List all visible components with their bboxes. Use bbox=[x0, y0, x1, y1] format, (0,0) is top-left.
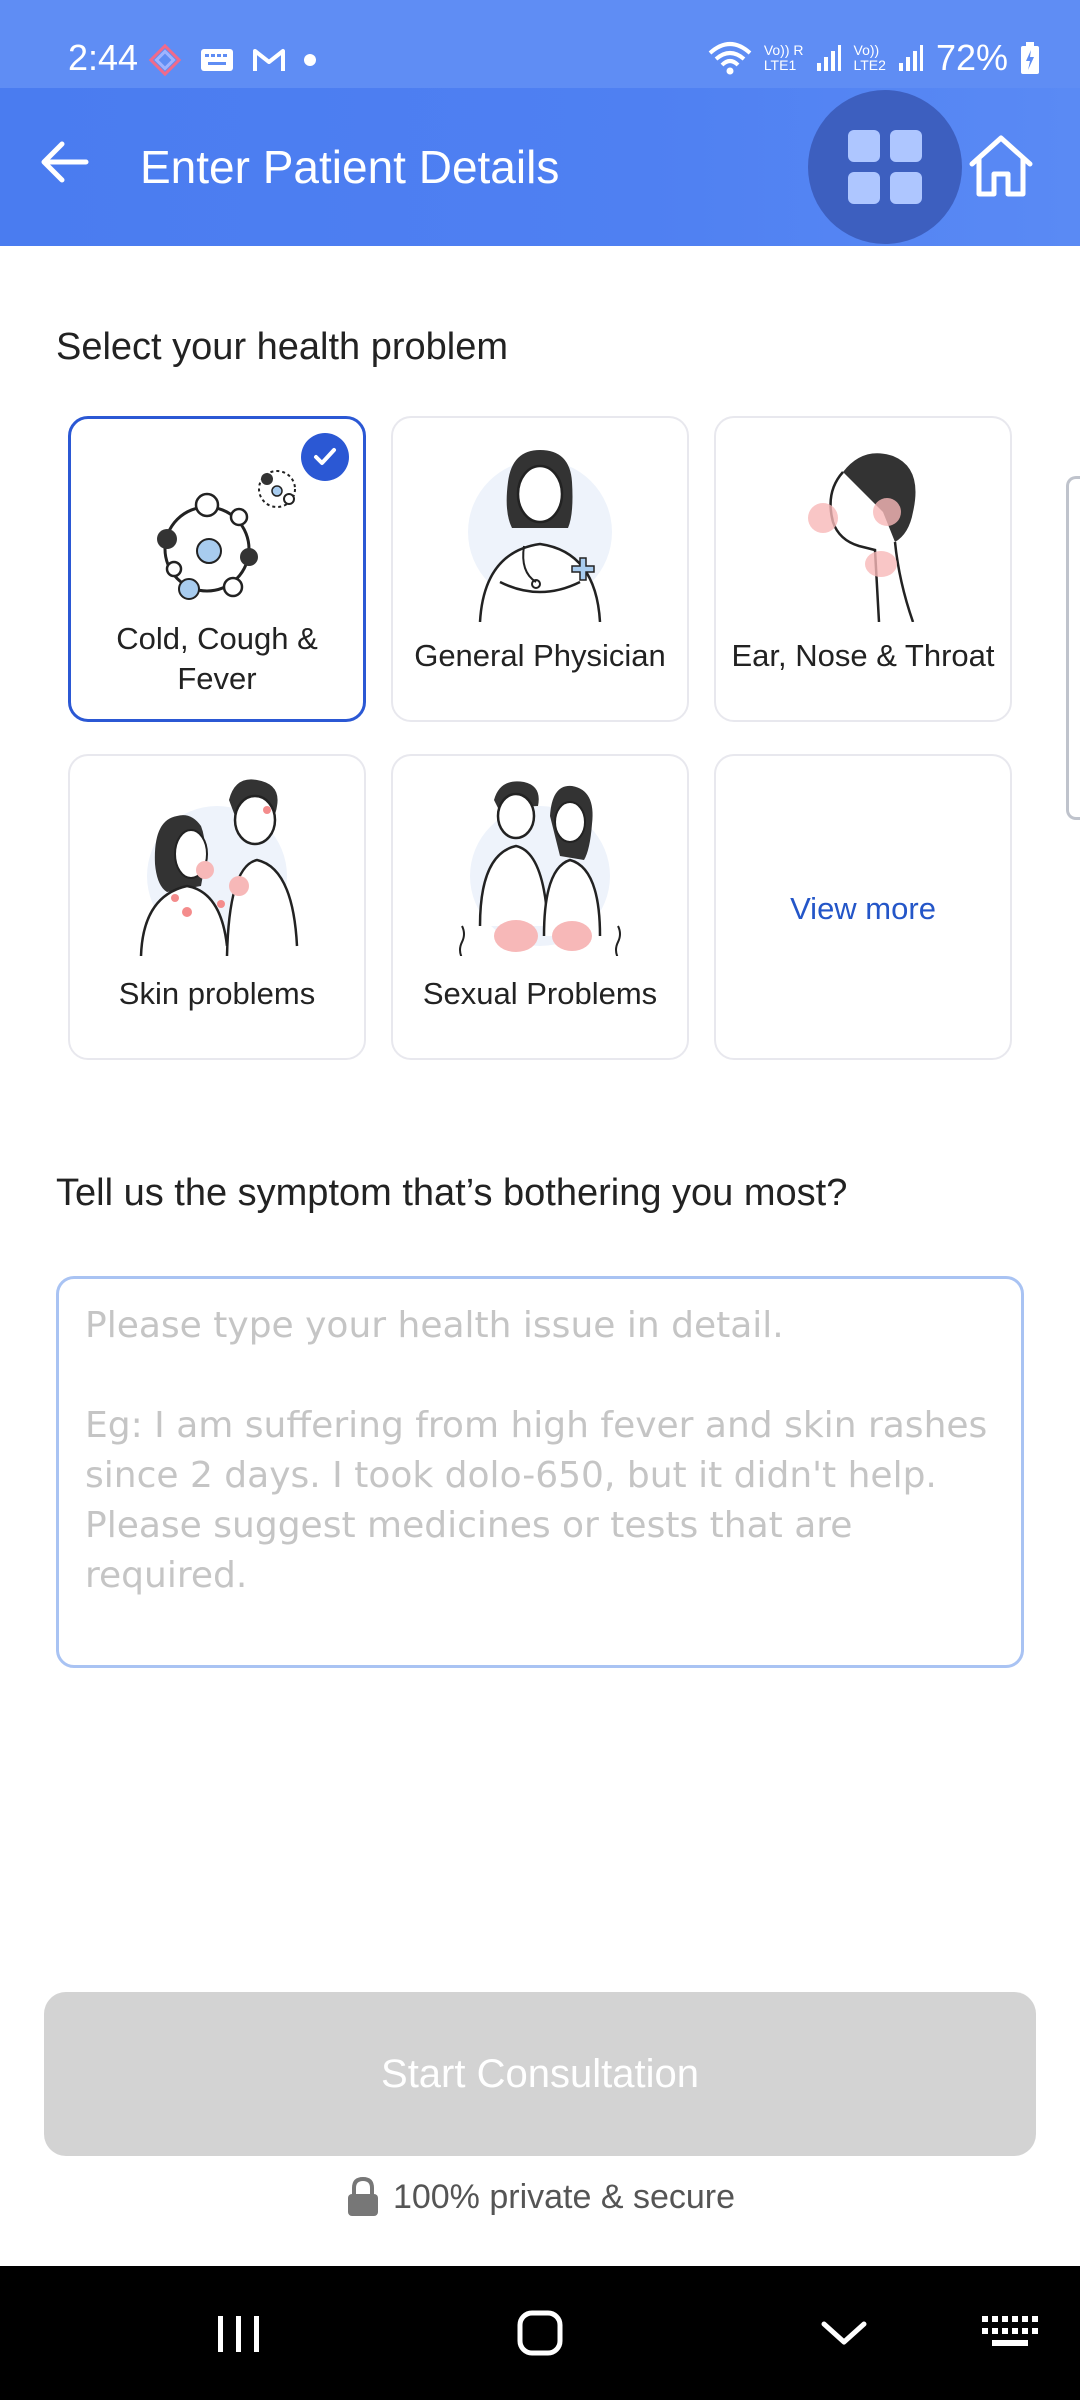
signal-icon bbox=[898, 45, 923, 71]
problem-label: Sexual Problems bbox=[422, 976, 658, 1011]
problem-card-sexual-problems[interactable]: Sexual Problems bbox=[391, 754, 689, 1060]
chevron-down-icon[interactable] bbox=[814, 2308, 874, 2358]
home-icon[interactable] bbox=[966, 132, 1036, 198]
wifi-icon bbox=[708, 42, 752, 75]
problem-label: General Physician bbox=[414, 638, 666, 673]
virus-illustration-icon bbox=[157, 470, 296, 600]
selected-check-icon bbox=[301, 433, 349, 481]
page-title: Enter Patient Details bbox=[140, 141, 560, 193]
network-1-bottom: LTE1 bbox=[763, 57, 797, 73]
secure-text: 100% private & secure bbox=[392, 2177, 736, 2216]
problem-label: Ear, Nose & Throat bbox=[731, 638, 995, 673]
problem-card-skin-problems[interactable]: Skin problems bbox=[68, 754, 366, 1060]
view-more-link[interactable]: View more bbox=[716, 891, 1010, 927]
app-bar: Enter Patient Details bbox=[0, 88, 1080, 246]
start-consultation-button[interactable]: Start Consultation bbox=[44, 1992, 1036, 2156]
status-time: 2:44 bbox=[68, 37, 139, 78]
battery-charging-icon bbox=[1021, 42, 1039, 74]
health-problem-heading: Select your health problem bbox=[56, 326, 509, 368]
gmail-icon bbox=[253, 49, 285, 71]
secure-note: 100% private & secure bbox=[0, 2176, 1080, 2218]
horizontal-scroll-hint bbox=[1066, 476, 1080, 820]
problem-label: Skin problems bbox=[118, 976, 316, 1011]
back-arrow-icon[interactable] bbox=[36, 134, 92, 190]
symptom-input[interactable]: Please type your health issue in detail.… bbox=[56, 1276, 1024, 1668]
apps-grid-button[interactable] bbox=[808, 90, 962, 244]
problem-card-ear-nose-throat[interactable]: Ear, Nose & Throat bbox=[714, 416, 1012, 722]
network-1-top: Vo)) R bbox=[763, 42, 804, 58]
skin-illustration-icon bbox=[139, 779, 299, 956]
symptom-heading: Tell us the symptom that’s bothering you… bbox=[56, 1172, 848, 1214]
network-2-label: Vo)) LTE2 bbox=[854, 43, 886, 73]
problem-card-general-physician[interactable]: General Physician bbox=[391, 416, 689, 722]
signal-icon bbox=[816, 45, 841, 71]
keyboard-nav-icon[interactable] bbox=[980, 2308, 1040, 2358]
view-more-card[interactable]: View more bbox=[714, 754, 1012, 1060]
battery-percent: 72% bbox=[935, 37, 1008, 78]
app-notification-icon bbox=[148, 43, 182, 77]
apps-grid-icon bbox=[848, 130, 922, 204]
dot-icon bbox=[304, 54, 316, 66]
status-icons-right: Vo)) R LTE1 Vo)) LTE2 72% bbox=[708, 36, 1040, 80]
doctor-illustration-icon bbox=[468, 450, 612, 622]
lock-icon bbox=[347, 2176, 378, 2216]
network-2-bottom: LTE2 bbox=[853, 57, 886, 73]
keyboard-icon bbox=[201, 49, 233, 71]
system-nav-bar bbox=[0, 2266, 1080, 2400]
recent-apps-icon[interactable] bbox=[208, 2308, 268, 2358]
ent-illustration-icon bbox=[808, 453, 916, 622]
network-1-label: Vo)) R LTE1 bbox=[764, 43, 804, 73]
home-nav-icon[interactable] bbox=[510, 2308, 570, 2358]
couple-illustration-icon bbox=[459, 781, 621, 956]
problem-label: Cold, Cough & Fever bbox=[116, 621, 318, 696]
network-2-top: Vo)) bbox=[853, 42, 880, 58]
status-bar: 2:44 Vo)) R LTE1 Vo)) LTE2 72% bbox=[0, 0, 1080, 88]
problem-card-cold-cough-fever[interactable]: Cold, Cough & Fever bbox=[68, 416, 366, 722]
status-icons-left bbox=[148, 43, 316, 77]
